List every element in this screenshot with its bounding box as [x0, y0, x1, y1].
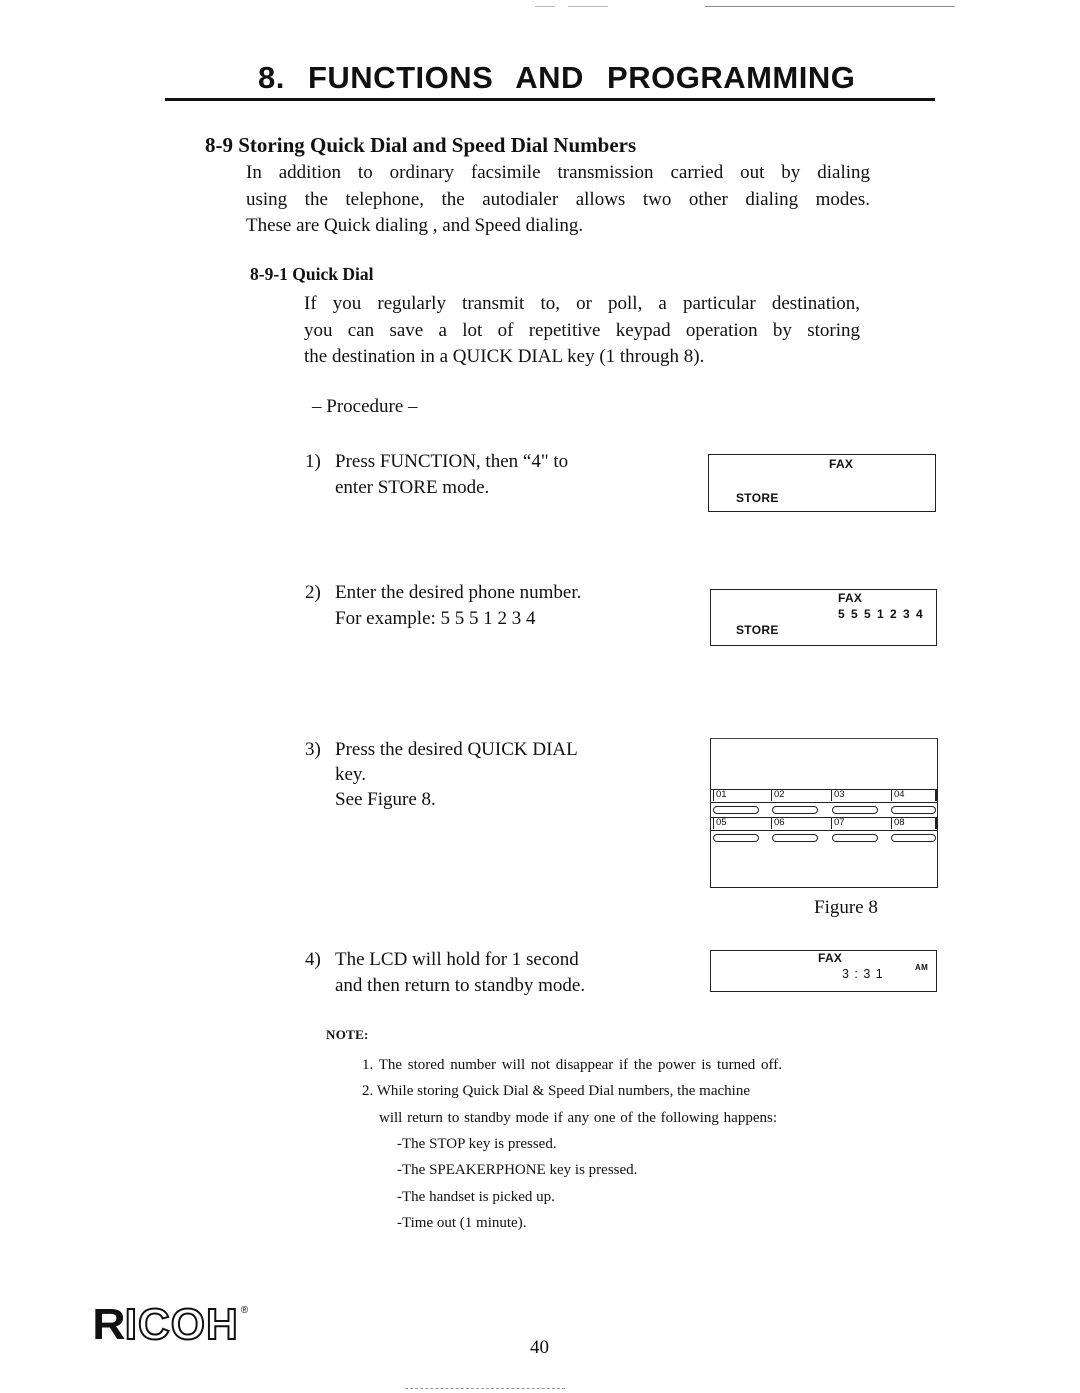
note-sub-item: -Time out (1 minute). — [397, 1215, 527, 1231]
lcd-mode-label: STORE — [736, 491, 779, 505]
ricoh-logo: R ICOH ® — [92, 1300, 249, 1349]
lcd-display-number: FAX 5 5 5 1 2 3 4 STORE — [710, 589, 937, 646]
scan-artifact — [705, 6, 955, 7]
quick-dial-label-row: 05 06 07 08 — [711, 817, 937, 831]
scan-artifact — [568, 6, 608, 7]
procedure-heading: – Procedure – — [312, 396, 418, 417]
step-number: 4) — [305, 949, 321, 970]
section-title: 8-9 Storing Quick Dial and Speed Dial Nu… — [205, 133, 637, 157]
note-item: 1. The stored number will not disappear … — [362, 1057, 783, 1073]
quick-dial-key-label: 02 — [771, 789, 831, 801]
section-intro: In addition to ordinary facsimile transm… — [246, 160, 870, 240]
intro-line: using the telephone, the autodialer allo… — [246, 188, 870, 210]
quick-dial-key-label: 07 — [831, 817, 891, 829]
page-number: 40 — [530, 1337, 549, 1358]
quick-dial-key-label: 06 — [771, 817, 831, 829]
registered-mark-icon: ® — [240, 1305, 249, 1316]
note-sub-item: -The handset is picked up. — [397, 1189, 555, 1205]
figure-caption: Figure 8 — [814, 897, 878, 918]
scan-artifact — [405, 1388, 565, 1390]
note-item-continued: will return to standby mode if any one o… — [379, 1110, 778, 1126]
step-line: The LCD will hold for 1 second — [335, 949, 579, 970]
note-sub-item: -The SPEAKERPHONE key is pressed. — [397, 1162, 638, 1178]
body-line: If you regularly transmit to, or poll, a… — [304, 293, 860, 314]
scan-artifact — [535, 6, 555, 7]
step-line: and then return to standby mode. — [335, 975, 586, 996]
quick-dial-key-01[interactable] — [713, 806, 759, 814]
lcd-display-standby: FAX 3 : 3 1 AM — [710, 950, 937, 992]
quick-dial-key-label: 03 — [831, 789, 891, 801]
quick-dial-key-05[interactable] — [713, 834, 759, 842]
body-line: you can save a lot of repetitive keypad … — [304, 319, 860, 341]
body-line: the destination in a QUICK DIAL key (1 t… — [304, 346, 705, 367]
note-label: NOTE: — [326, 1027, 369, 1042]
lcd-am-indicator: AM — [915, 963, 929, 972]
chapter-divider — [165, 98, 935, 101]
lcd-phone-number: 5 5 5 1 2 3 4 — [838, 607, 925, 621]
step-line: For example: 5 5 5 1 2 3 4 — [335, 608, 536, 629]
subsection-title: 8-9-1 Quick Dial — [250, 264, 374, 284]
quick-dial-key-04[interactable] — [891, 806, 936, 814]
quick-dial-key-label: 08 — [891, 817, 937, 829]
quick-dial-key-02[interactable] — [772, 806, 818, 814]
step-number: 2) — [305, 582, 321, 603]
quick-dial-key-label: 01 — [713, 789, 771, 801]
quick-dial-label-row: 01 02 03 04 — [711, 789, 937, 803]
step-line: Enter the desired phone number. — [335, 582, 582, 603]
intro-line: In addition to ordinary facsimile transm… — [246, 162, 870, 183]
quick-dial-key-07[interactable] — [832, 834, 878, 842]
chapter-title: 8. FUNCTIONS AND PROGRAMMING — [258, 60, 856, 95]
note-sub-item: -The STOP key is pressed. — [397, 1136, 557, 1152]
step-number: 3) — [305, 739, 321, 760]
step-line: Press the desired QUICK DIAL — [335, 739, 578, 760]
quick-dial-keypad-figure: 01 02 03 04 05 06 07 08 — [710, 738, 938, 888]
step-line: Press FUNCTION, then “4" to — [335, 451, 569, 472]
logo-outline-letters: ICOH — [124, 1300, 239, 1349]
lcd-fax-label: FAX — [838, 591, 863, 605]
quick-dial-key-06[interactable] — [772, 834, 818, 842]
lcd-clock: 3 : 3 1 — [842, 967, 884, 981]
quick-dial-key-label: 04 — [891, 789, 937, 801]
subsection-body: If you regularly transmit to, or poll, a… — [304, 291, 860, 371]
quick-dial-key-label: 05 — [713, 817, 771, 829]
step-line: enter STORE mode. — [335, 477, 490, 498]
step-line: See Figure 8. — [335, 789, 436, 810]
lcd-fax-label: FAX — [818, 951, 843, 965]
step-line: key. — [335, 764, 366, 785]
quick-dial-key-08[interactable] — [891, 834, 936, 842]
step-number: 1) — [305, 451, 321, 472]
lcd-display-store: FAX STORE — [708, 454, 936, 512]
logo-solid-letter: R — [92, 1300, 126, 1349]
quick-dial-key-03[interactable] — [832, 806, 878, 814]
lcd-fax-label: FAX — [829, 457, 854, 471]
intro-line: These are Quick dialing , and Speed dial… — [246, 215, 584, 236]
note-item: 2. While storing Quick Dial & Speed Dial… — [362, 1083, 750, 1099]
lcd-mode-label: STORE — [736, 623, 779, 637]
